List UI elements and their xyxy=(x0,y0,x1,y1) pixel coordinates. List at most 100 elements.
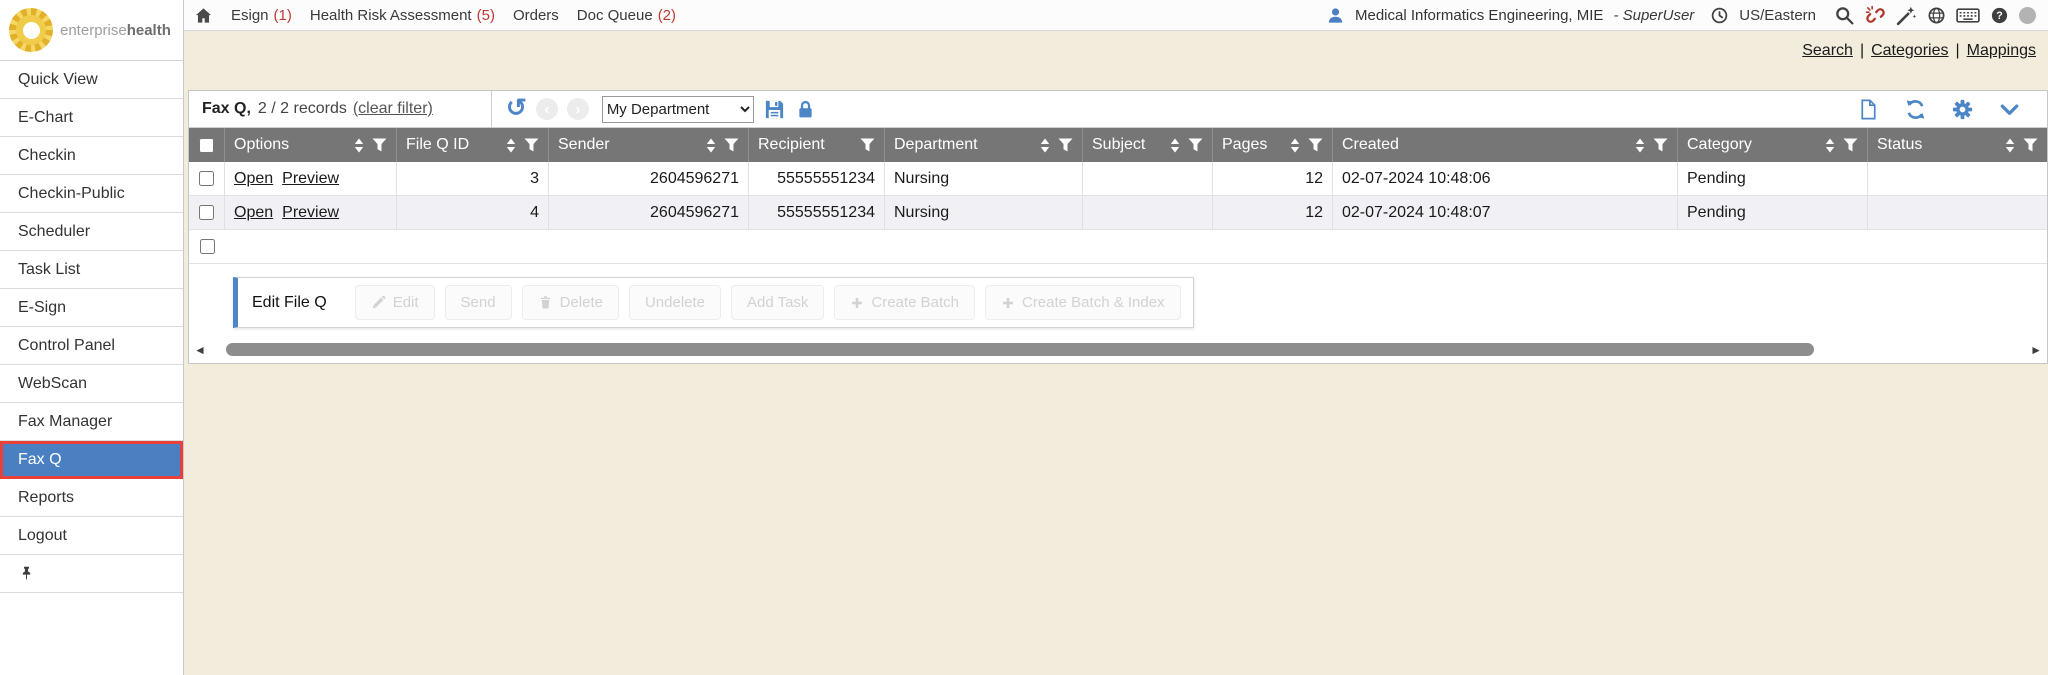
save-filter-icon[interactable] xyxy=(763,98,786,121)
previous-page-button[interactable]: ‹ xyxy=(536,98,558,120)
column-header-options[interactable]: Options xyxy=(225,128,397,162)
department-cell: Nursing xyxy=(885,162,1083,195)
magic-wand-icon[interactable] xyxy=(1896,5,1917,26)
filter-icon[interactable] xyxy=(1058,138,1073,152)
column-header-created[interactable]: Created xyxy=(1333,128,1678,162)
new-document-icon[interactable] xyxy=(1857,98,1880,121)
column-header-subject[interactable]: Subject xyxy=(1083,128,1213,162)
help-icon[interactable]: ? xyxy=(1990,6,2009,25)
sidebar-item-checkin-public[interactable]: Checkin-Public xyxy=(0,175,183,213)
timezone-label[interactable]: US/Eastern xyxy=(1739,7,1816,24)
column-header-pages[interactable]: Pages xyxy=(1213,128,1333,162)
row-checkbox[interactable] xyxy=(199,171,214,186)
enterprise-health-logo: enterprisehealth xyxy=(0,0,183,61)
lock-icon[interactable] xyxy=(795,99,816,120)
column-header-department[interactable]: Department xyxy=(885,128,1083,162)
sort-icon[interactable] xyxy=(1169,138,1181,153)
scroll-left-arrow[interactable] xyxy=(194,343,206,357)
column-header-file-q-id[interactable]: File Q ID xyxy=(397,128,549,162)
sidebar-item-scheduler[interactable]: Scheduler xyxy=(0,213,183,251)
file-q-id-cell: 4 xyxy=(397,196,549,229)
subject-cell xyxy=(1083,162,1213,195)
filter-icon[interactable] xyxy=(1843,138,1858,152)
sidebar-item-reports[interactable]: Reports xyxy=(0,479,183,517)
nav-item-health-risk-assessment[interactable]: Health Risk Assessment(5) xyxy=(310,7,495,24)
collapse-chevron-icon[interactable] xyxy=(1998,98,2021,121)
sort-icon[interactable] xyxy=(505,138,517,153)
recipient-cell: 55555551234 xyxy=(749,162,885,195)
column-header-recipient[interactable]: Recipient xyxy=(749,128,885,162)
panel-title-box: Fax Q, 2 / 2 records (clear filter) xyxy=(189,91,492,127)
home-icon[interactable] xyxy=(194,6,213,25)
mappings-link[interactable]: Mappings xyxy=(1967,42,2036,60)
keyboard-icon[interactable] xyxy=(1956,6,1980,25)
sort-icon[interactable] xyxy=(1824,138,1836,153)
broken-link-icon[interactable] xyxy=(1865,5,1886,26)
nav-item-orders[interactable]: Orders xyxy=(513,7,559,24)
reset-filter-icon[interactable]: ↺ xyxy=(506,96,527,121)
sort-icon[interactable] xyxy=(1039,138,1051,153)
nav-item-esign[interactable]: Esign(1) xyxy=(231,7,292,24)
sunflower-logo-icon xyxy=(9,8,53,52)
filter-icon[interactable] xyxy=(724,138,739,152)
sidebar-item-fax-manager[interactable]: Fax Manager xyxy=(0,403,183,441)
delete-button: Delete xyxy=(522,285,619,320)
next-page-button[interactable]: › xyxy=(567,98,589,120)
sidebar-item-checkin[interactable]: Checkin xyxy=(0,137,183,175)
doc-queue-count-badge: (2) xyxy=(658,7,676,24)
plus-icon xyxy=(1001,296,1015,310)
sidebar-item-e-chart[interactable]: E-Chart xyxy=(0,99,183,137)
column-header-sender[interactable]: Sender xyxy=(549,128,749,162)
edit-file-q-toolbar: Edit File Q Edit Send Delete Undelete Ad… xyxy=(233,277,1194,328)
hra-count-badge: (5) xyxy=(477,7,495,24)
categories-link[interactable]: Categories xyxy=(1871,42,1948,60)
filter-icon[interactable] xyxy=(860,138,875,152)
sidebar-item-e-sign[interactable]: E-Sign xyxy=(0,289,183,327)
preview-link[interactable]: Preview xyxy=(282,170,339,188)
panel-header: Fax Q, 2 / 2 records (clear filter) ↺ ‹ … xyxy=(189,91,2047,128)
sidebar-item-fax-q[interactable]: Fax Q xyxy=(0,441,183,479)
sidebar-item-task-list[interactable]: Task List xyxy=(0,251,183,289)
filter-icon[interactable] xyxy=(2023,138,2038,152)
filter-icon[interactable] xyxy=(1308,138,1323,152)
svg-text:?: ? xyxy=(1996,10,2003,22)
select-all-checkbox[interactable] xyxy=(199,138,214,153)
globe-icon[interactable] xyxy=(1927,6,1946,25)
user-icon xyxy=(1326,6,1345,25)
quicklink-separator: | xyxy=(1955,42,1959,60)
search-icon[interactable] xyxy=(1834,5,1855,26)
scroll-right-arrow[interactable] xyxy=(2030,343,2042,357)
filter-icon[interactable] xyxy=(372,138,387,152)
status-cell xyxy=(1868,196,2047,229)
sort-icon[interactable] xyxy=(705,138,717,153)
open-link[interactable]: Open xyxy=(234,170,273,188)
search-link[interactable]: Search xyxy=(1802,42,1853,60)
sidebar-item-webscan[interactable]: WebScan xyxy=(0,365,183,403)
filter-icon[interactable] xyxy=(524,138,539,152)
sort-icon[interactable] xyxy=(1289,138,1301,153)
sidebar-pin-toggle[interactable] xyxy=(0,555,183,593)
department-filter-select[interactable]: My Department xyxy=(602,96,754,123)
sort-icon[interactable] xyxy=(353,138,365,153)
gear-icon[interactable] xyxy=(1951,98,1974,121)
sort-icon[interactable] xyxy=(2004,138,2016,153)
column-header-category[interactable]: Category xyxy=(1678,128,1868,162)
scrollbar-thumb[interactable] xyxy=(226,343,1814,356)
refresh-icon[interactable] xyxy=(1904,98,1927,121)
filter-icon[interactable] xyxy=(1188,138,1203,152)
filter-icon[interactable] xyxy=(1653,138,1668,152)
organization-name[interactable]: Medical Informatics Engineering, MIE xyxy=(1355,7,1603,24)
sidebar-item-quick-view[interactable]: Quick View xyxy=(0,61,183,99)
row-checkbox[interactable] xyxy=(199,205,214,220)
sort-icon[interactable] xyxy=(1634,138,1646,153)
row-checkbox[interactable] xyxy=(200,239,215,254)
sidebar-item-logout[interactable]: Logout xyxy=(0,517,183,555)
created-cell: 02-07-2024 10:48:07 xyxy=(1333,196,1678,229)
open-link[interactable]: Open xyxy=(234,204,273,222)
options-cell: Open Preview xyxy=(225,162,397,195)
preview-link[interactable]: Preview xyxy=(282,204,339,222)
clear-filter-link[interactable]: (clear filter) xyxy=(353,100,433,118)
sidebar-item-control-panel[interactable]: Control Panel xyxy=(0,327,183,365)
column-header-status[interactable]: Status xyxy=(1868,128,2047,162)
nav-item-doc-queue[interactable]: Doc Queue(2) xyxy=(577,7,676,24)
